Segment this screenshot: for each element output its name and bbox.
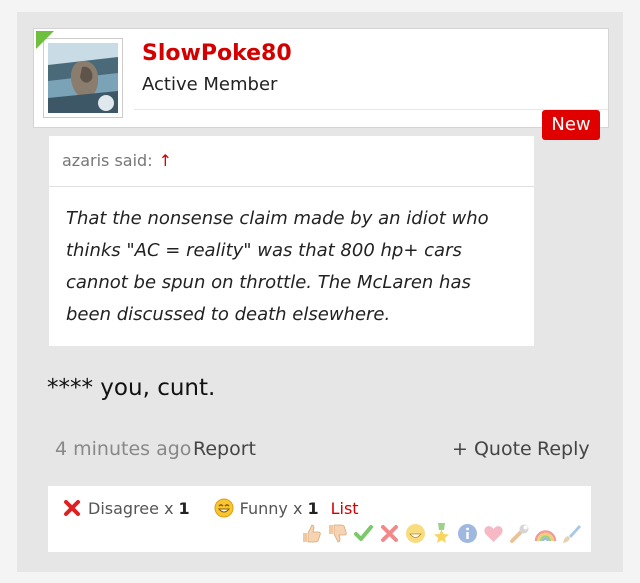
forum-post: SlowPoke80 Active Member New azaris said… bbox=[17, 12, 623, 572]
reply-button[interactable]: Reply bbox=[537, 438, 590, 460]
divider bbox=[134, 109, 608, 110]
jump-to-quote-arrow-icon[interactable]: ↑ bbox=[159, 151, 172, 170]
user-title: Active Member bbox=[142, 74, 278, 95]
ratings-list-link[interactable]: List bbox=[331, 499, 359, 518]
star-medal-icon[interactable] bbox=[430, 522, 453, 545]
quote-button[interactable]: + Quote bbox=[452, 438, 532, 460]
disagree-count: 1 bbox=[178, 498, 190, 518]
funny-label: Funny x bbox=[239, 498, 303, 518]
ratings-panel: Disagree x1 Funny x1 List bbox=[48, 486, 591, 552]
laughing-face-icon bbox=[214, 498, 234, 518]
avatar[interactable] bbox=[36, 31, 123, 118]
username[interactable]: SlowPoke80 bbox=[142, 41, 292, 66]
info-icon[interactable] bbox=[456, 522, 479, 545]
quote-author: azaris said: bbox=[62, 151, 153, 170]
report-button[interactable]: Report bbox=[193, 438, 256, 460]
quote-header: azaris said: ↑ bbox=[49, 136, 534, 187]
rating-options-bar bbox=[300, 522, 583, 546]
red-x-icon[interactable] bbox=[378, 522, 401, 545]
ratings-summary: Disagree x1 Funny x1 List bbox=[62, 496, 359, 520]
quote-text: That the nonsense claim made by an idiot… bbox=[66, 208, 489, 325]
red-x-icon bbox=[64, 500, 80, 516]
wrench-icon[interactable] bbox=[508, 522, 531, 545]
check-icon[interactable] bbox=[352, 522, 375, 545]
post-message: **** you, cunt. bbox=[47, 375, 216, 401]
thumbs-up-icon[interactable] bbox=[300, 522, 323, 545]
user-info-bar: SlowPoke80 Active Member bbox=[33, 28, 609, 128]
disagree-label: Disagree x bbox=[88, 498, 174, 518]
paintbrush-icon[interactable] bbox=[560, 522, 583, 545]
laughing-face-icon[interactable] bbox=[404, 522, 427, 545]
thumbs-down-icon[interactable] bbox=[326, 522, 349, 545]
funny-count: 1 bbox=[307, 498, 319, 518]
new-badge: New bbox=[542, 110, 600, 140]
rainbow-icon[interactable] bbox=[534, 522, 557, 545]
post-timestamp[interactable]: 4 minutes ago bbox=[55, 438, 191, 460]
heart-icon[interactable] bbox=[482, 522, 505, 545]
quote-block: azaris said: ↑ That the nonsense claim ma… bbox=[49, 136, 534, 346]
avatar-image bbox=[48, 43, 118, 113]
